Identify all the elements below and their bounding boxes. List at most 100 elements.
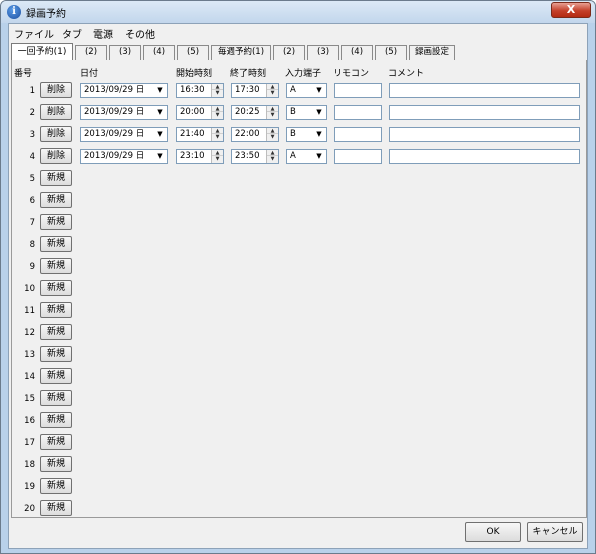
remote-field[interactable] xyxy=(334,83,382,98)
delete-button[interactable]: 削除 xyxy=(40,104,72,120)
start-time-spinner[interactable]: 16:30 ▲ ▼ xyxy=(176,83,224,98)
spin-buttons[interactable]: ▲ ▼ xyxy=(211,128,223,141)
comment-field[interactable] xyxy=(389,149,580,164)
end-time-spinner[interactable]: 20:25 ▲ ▼ xyxy=(231,105,279,120)
input-select[interactable]: A ▼ xyxy=(286,149,327,164)
spin-buttons[interactable]: ▲ ▼ xyxy=(266,128,278,141)
tab-once-2[interactable]: (2) xyxy=(75,45,107,60)
delete-button[interactable]: 削除 xyxy=(40,82,72,98)
comment-field[interactable] xyxy=(389,83,580,98)
delete-button[interactable]: 削除 xyxy=(40,126,72,142)
tab-weekly-5[interactable]: (5) xyxy=(375,45,407,60)
remote-field[interactable] xyxy=(334,105,382,120)
spin-buttons[interactable]: ▲ ▼ xyxy=(266,84,278,97)
tab-once-5[interactable]: (5) xyxy=(177,45,209,60)
header-comment: コメント xyxy=(388,69,425,79)
client-area: ファイル タブ 電源 その他 一回予約(1) (2) (3) (4) (5) 毎… xyxy=(8,23,588,549)
start-time-spinner[interactable]: 23:10 ▲ ▼ xyxy=(176,149,224,164)
new-button[interactable]: 新規 xyxy=(40,500,72,516)
date-value: 2013/09/29 日 xyxy=(84,107,145,117)
input-select[interactable]: B ▼ xyxy=(286,105,327,120)
header-input: 入力端子 xyxy=(285,69,322,79)
start-time-value: 21:40 xyxy=(180,129,205,139)
end-time-spinner[interactable]: 23:50 ▲ ▼ xyxy=(231,149,279,164)
new-button[interactable]: 新規 xyxy=(40,236,72,252)
new-button[interactable]: 新規 xyxy=(40,214,72,230)
spin-down-icon[interactable]: ▼ xyxy=(267,90,278,96)
dropdown-arrow-icon[interactable]: ▼ xyxy=(313,85,325,96)
remote-field[interactable] xyxy=(334,127,382,142)
end-time-spinner[interactable]: 17:30 ▲ ▼ xyxy=(231,83,279,98)
date-picker[interactable]: 2013/09/29 日 ▼ xyxy=(80,149,168,164)
tab-strip: 一回予約(1) (2) (3) (4) (5) 毎週予約(1) (2) (3) … xyxy=(9,43,587,61)
tab-once-4[interactable]: (4) xyxy=(143,45,175,60)
dropdown-arrow-icon[interactable]: ▼ xyxy=(313,129,325,140)
new-button[interactable]: 新規 xyxy=(40,434,72,450)
dropdown-arrow-icon[interactable]: ▼ xyxy=(154,129,166,140)
start-time-spinner[interactable]: 21:40 ▲ ▼ xyxy=(176,127,224,142)
new-button[interactable]: 新規 xyxy=(40,390,72,406)
tab-weekly-4[interactable]: (4) xyxy=(341,45,373,60)
input-select[interactable]: A ▼ xyxy=(286,83,327,98)
new-button[interactable]: 新規 xyxy=(40,412,72,428)
date-picker[interactable]: 2013/09/29 日 ▼ xyxy=(80,127,168,142)
spin-buttons[interactable]: ▲ ▼ xyxy=(211,84,223,97)
menu-other[interactable]: その他 xyxy=(125,26,155,41)
new-button[interactable]: 新規 xyxy=(40,324,72,340)
spin-down-icon[interactable]: ▼ xyxy=(212,134,223,140)
date-picker[interactable]: 2013/09/29 日 ▼ xyxy=(80,105,168,120)
dropdown-arrow-icon[interactable]: ▼ xyxy=(154,151,166,162)
tab-weekly-1[interactable]: 毎週予約(1) xyxy=(211,45,271,60)
dropdown-arrow-icon[interactable]: ▼ xyxy=(154,85,166,96)
tab-record-settings[interactable]: 録画設定 xyxy=(409,45,455,60)
remote-field[interactable] xyxy=(334,149,382,164)
dropdown-arrow-icon[interactable]: ▼ xyxy=(154,107,166,118)
new-button[interactable]: 新規 xyxy=(40,368,72,384)
new-button[interactable]: 新規 xyxy=(40,456,72,472)
spin-down-icon[interactable]: ▼ xyxy=(212,90,223,96)
spin-down-icon[interactable]: ▼ xyxy=(212,156,223,162)
spin-buttons[interactable]: ▲ ▼ xyxy=(211,106,223,119)
new-button[interactable]: 新規 xyxy=(40,346,72,362)
comment-field[interactable] xyxy=(389,105,580,120)
tab-once-3[interactable]: (3) xyxy=(109,45,141,60)
comment-field[interactable] xyxy=(389,127,580,142)
cancel-button[interactable]: キャンセル xyxy=(527,522,583,542)
menu-file[interactable]: ファイル xyxy=(14,26,54,41)
date-value: 2013/09/29 日 xyxy=(84,151,145,161)
new-button[interactable]: 新規 xyxy=(40,192,72,208)
header-end-time: 終了時刻 xyxy=(230,69,267,79)
spin-down-icon[interactable]: ▼ xyxy=(212,112,223,118)
new-button[interactable]: 新規 xyxy=(40,258,72,274)
row-number: 13 xyxy=(24,350,35,360)
menu-power[interactable]: 電源 xyxy=(93,26,113,41)
input-select[interactable]: B ▼ xyxy=(286,127,327,142)
date-picker[interactable]: 2013/09/29 日 ▼ xyxy=(80,83,168,98)
new-button[interactable]: 新規 xyxy=(40,478,72,494)
new-button[interactable]: 新規 xyxy=(40,302,72,318)
close-button[interactable]: X xyxy=(551,2,591,18)
dropdown-arrow-icon[interactable]: ▼ xyxy=(313,107,325,118)
spin-buttons[interactable]: ▲ ▼ xyxy=(266,150,278,163)
spin-down-icon[interactable]: ▼ xyxy=(267,112,278,118)
row-number: 15 xyxy=(24,394,35,404)
menu-tab[interactable]: タブ xyxy=(62,26,82,41)
new-button[interactable]: 新規 xyxy=(40,170,72,186)
row-number: 10 xyxy=(24,284,35,294)
end-time-spinner[interactable]: 22:00 ▲ ▼ xyxy=(231,127,279,142)
spin-buttons[interactable]: ▲ ▼ xyxy=(266,106,278,119)
end-time-value: 20:25 xyxy=(235,107,260,117)
spin-down-icon[interactable]: ▼ xyxy=(267,134,278,140)
start-time-value: 16:30 xyxy=(180,85,205,95)
spin-down-icon[interactable]: ▼ xyxy=(267,156,278,162)
delete-button[interactable]: 削除 xyxy=(40,148,72,164)
new-button[interactable]: 新規 xyxy=(40,280,72,296)
end-time-value: 22:00 xyxy=(235,129,260,139)
tab-weekly-3[interactable]: (3) xyxy=(307,45,339,60)
ok-button[interactable]: OK xyxy=(465,522,521,542)
start-time-spinner[interactable]: 20:00 ▲ ▼ xyxy=(176,105,224,120)
tab-weekly-2[interactable]: (2) xyxy=(273,45,305,60)
tab-once-1[interactable]: 一回予約(1) xyxy=(11,43,73,61)
spin-buttons[interactable]: ▲ ▼ xyxy=(211,150,223,163)
dropdown-arrow-icon[interactable]: ▼ xyxy=(313,151,325,162)
